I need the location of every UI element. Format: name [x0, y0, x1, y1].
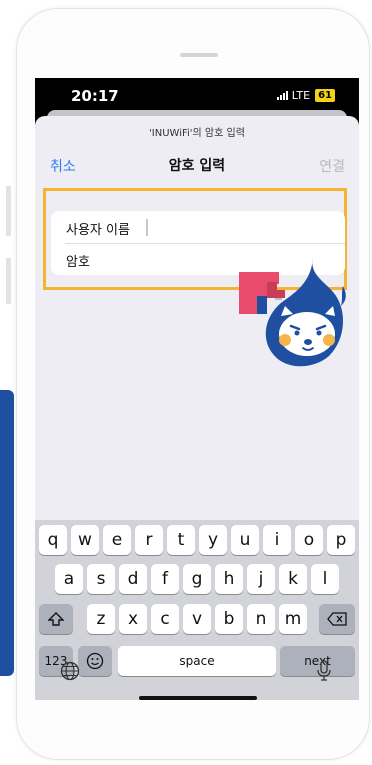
background-blue-tab — [0, 390, 14, 676]
status-time: 20:17 — [71, 87, 119, 105]
status-indicators: LTE 61 — [276, 89, 335, 102]
key-g[interactable]: g — [183, 564, 211, 594]
key-k[interactable]: k — [279, 564, 307, 594]
key-r[interactable]: r — [135, 525, 163, 555]
key-z[interactable]: z — [87, 604, 115, 634]
emoji-key[interactable] — [78, 646, 112, 676]
field-divider — [65, 243, 345, 244]
key-c[interactable]: c — [151, 604, 179, 634]
microphone-icon[interactable] — [313, 660, 335, 682]
battery-icon: 61 — [315, 89, 335, 102]
password-sheet: 'INUWiFi'의 암호 입력 취소 암호 입력 연결 사용자 이름 암호 q… — [35, 116, 359, 700]
key-b[interactable]: b — [215, 604, 243, 634]
key-l[interactable]: l — [311, 564, 339, 594]
key-v[interactable]: v — [183, 604, 211, 634]
home-indicator[interactable] — [139, 696, 257, 700]
key-d[interactable]: d — [119, 564, 147, 594]
sheet-subtitle: 'INUWiFi'의 암호 입력 — [149, 128, 245, 139]
username-field[interactable] — [146, 219, 148, 236]
globe-icon[interactable] — [59, 660, 81, 682]
key-i[interactable]: i — [263, 525, 291, 555]
shift-key[interactable] — [39, 604, 73, 634]
inu-mascot-logo — [239, 258, 346, 367]
sheet-title: 암호 입력 — [168, 158, 226, 174]
connect-button[interactable]: 연결 — [319, 156, 345, 176]
key-p[interactable]: p — [327, 525, 355, 555]
key-f[interactable]: f — [151, 564, 179, 594]
key-j[interactable]: j — [247, 564, 275, 594]
signal-icon — [276, 91, 288, 100]
key-t[interactable]: t — [167, 525, 195, 555]
space-key[interactable]: space — [118, 646, 276, 676]
phone-screen: 20:17 LTE 61 'INUWiFi'의 암호 입력 취소 암호 입력 연… — [35, 78, 359, 700]
key-n[interactable]: n — [247, 604, 275, 634]
key-u[interactable]: u — [231, 525, 259, 555]
key-o[interactable]: o — [295, 525, 323, 555]
phone-speaker — [180, 53, 218, 57]
key-h[interactable]: h — [215, 564, 243, 594]
network-label: LTE — [291, 89, 311, 102]
key-q[interactable]: q — [39, 525, 67, 555]
key-a[interactable]: a — [55, 564, 83, 594]
key-w[interactable]: w — [71, 525, 99, 555]
key-x[interactable]: x — [119, 604, 147, 634]
password-label: 암호 — [66, 255, 90, 270]
background-line — [6, 258, 11, 304]
keyboard: qwertyuiop asdfghjkl zxcvbnm 123 space n… — [35, 520, 359, 700]
key-m[interactable]: m — [279, 604, 307, 634]
background-line — [6, 186, 11, 236]
username-label: 사용자 이름 — [66, 223, 130, 238]
delete-key[interactable] — [319, 604, 355, 634]
key-e[interactable]: e — [103, 525, 131, 555]
key-s[interactable]: s — [87, 564, 115, 594]
key-y[interactable]: y — [199, 525, 227, 555]
